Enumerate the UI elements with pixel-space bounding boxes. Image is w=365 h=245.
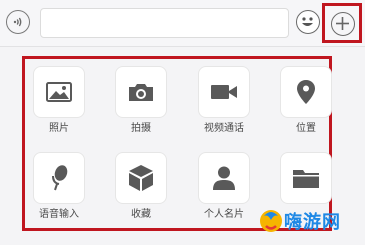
plus-icon[interactable]: [331, 12, 355, 36]
watermark-logo-icon: [260, 210, 282, 232]
photo-label: 照片: [49, 123, 69, 134]
plus-highlight-box: [322, 3, 362, 43]
contact-card-button[interactable]: [198, 152, 250, 204]
camera-button[interactable]: [115, 66, 167, 118]
location-button[interactable]: [280, 66, 332, 118]
location-icon: [297, 80, 315, 104]
video-call-icon: [211, 85, 237, 99]
location-label: 位置: [296, 123, 316, 134]
voice-input-label: 语音输入: [39, 209, 79, 220]
message-input[interactable]: [40, 8, 289, 38]
photo-icon: [46, 82, 72, 102]
favorites-label: 收藏: [131, 209, 151, 220]
watermark: 嗨游网: [258, 202, 363, 240]
chat-input-bar: [0, 0, 365, 47]
camera-label: 拍摄: [131, 123, 151, 134]
camera-icon: [129, 84, 153, 101]
voice-icon[interactable]: [6, 10, 30, 34]
favorites-button[interactable]: [115, 152, 167, 204]
emoji-icon[interactable]: [296, 10, 320, 34]
photo-button[interactable]: [33, 66, 85, 118]
video-call-label: 视频通话: [204, 123, 244, 134]
contact-card-icon: [213, 166, 235, 190]
watermark-text: 嗨游网: [284, 212, 341, 233]
voice-input-button[interactable]: [33, 152, 85, 204]
contact-card-label: 个人名片: [204, 209, 244, 220]
favorites-cube-icon: [129, 165, 153, 191]
file-button[interactable]: [280, 152, 332, 204]
video-call-button[interactable]: [198, 66, 250, 118]
folder-icon: [293, 170, 319, 188]
microphone-icon: [52, 165, 68, 191]
